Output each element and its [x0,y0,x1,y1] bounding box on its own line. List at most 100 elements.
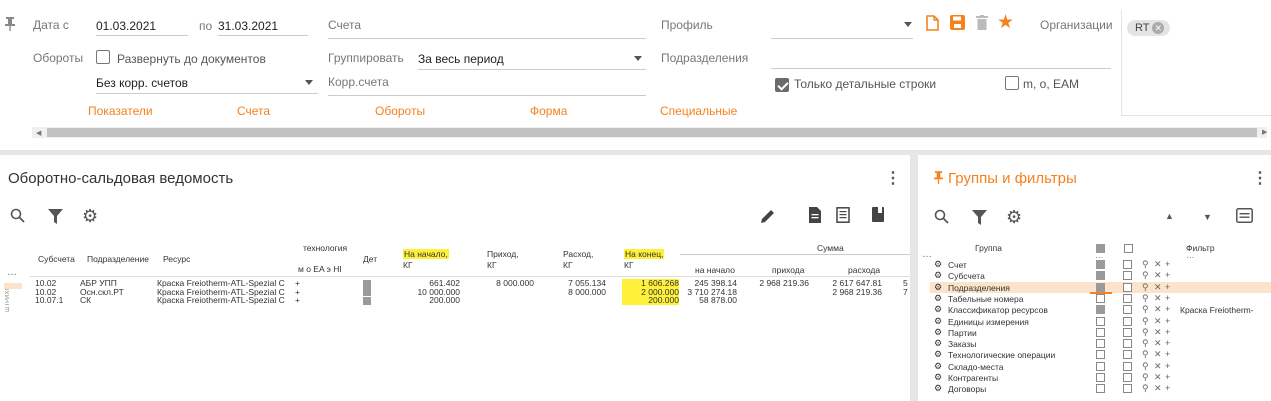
add-icon[interactable]: + [1165,361,1170,371]
horizontal-scrollbar[interactable]: ◀ [32,127,1267,138]
add-icon[interactable]: + [1165,383,1170,393]
group-settings-icon[interactable]: ⚙ [934,361,942,372]
col-sum-expense[interactable]: расхода [848,265,880,275]
close-icon[interactable]: ✕ [1154,282,1162,293]
group-select[interactable]: За весь период [418,52,646,70]
group-row[interactable]: ⚙ Контрагенты ⚲ ✕ + [930,372,1271,383]
date-from-input[interactable]: 01.03.2021 [96,19,188,36]
col-subaccount[interactable]: Субсчета [38,254,75,264]
search-icon[interactable]: ⚲ [1142,361,1149,372]
tab-special[interactable]: Специальные [660,104,737,118]
col-expense[interactable]: Расход, [563,249,593,259]
bookmark-icon[interactable] [872,207,884,227]
group-column-checkbox[interactable] [1123,293,1132,303]
group-column-checkbox[interactable] [1123,384,1132,394]
group-row[interactable]: ⚙ Технологические операции ⚲ ✕ + [930,349,1271,360]
group-row[interactable]: ⚙ Классификатор ресурсов ⚲ ✕ + Краска Freioth… [930,304,1271,315]
document-icon[interactable] [809,207,821,228]
group-settings-icon[interactable]: ⚙ [934,316,942,327]
tab-accounts[interactable]: Счета [237,104,270,118]
close-icon[interactable]: ✕ [1154,349,1162,360]
group-row[interactable]: ⚙ Табельные номера ⚲ ✕ + [930,293,1271,304]
tab-turnovers[interactable]: Обороты [375,104,425,118]
row-menu-icon[interactable]: … [7,267,17,278]
col-sum-income[interactable]: прихода [772,265,804,275]
group-column-checkbox[interactable] [1123,350,1132,360]
group-row[interactable]: ⚙ Складо-места ⚲ ✕ + [930,361,1271,372]
group-enable-checkbox[interactable] [1096,384,1105,394]
report-icon[interactable] [836,207,850,228]
scrollbar-thumb[interactable] [47,128,1257,137]
scroll-right-icon[interactable]: ▶ [1262,128,1267,136]
close-icon[interactable]: ✕ [1154,338,1162,349]
col-resource[interactable]: Ресурс [163,254,190,264]
corr-select[interactable]: Без корр. счетов [96,76,318,94]
close-icon[interactable]: ✕ [1154,327,1162,338]
move-down-icon[interactable]: ▼ [1203,212,1212,222]
group-column-checkbox[interactable] [1123,260,1132,269]
group-dropdown-icon[interactable] [634,56,642,61]
group-enable-checkbox[interactable] [1096,316,1105,326]
group-row[interactable]: ⚙ Подразделения ⚲ ✕ + [930,281,1271,294]
close-icon[interactable]: ✕ [1154,316,1162,327]
group-row[interactable]: ⚙ Заказы ⚲ ✕ + [930,338,1271,349]
add-icon[interactable]: + [1165,338,1170,348]
filter-icon[interactable] [48,209,63,229]
save-icon[interactable] [950,15,965,35]
search-icon[interactable] [10,208,25,228]
close-icon[interactable]: ✕ [1154,372,1162,383]
group-settings-icon[interactable]: ⚙ [934,349,942,360]
group-settings-icon[interactable]: ⚙ [934,327,942,338]
group-settings-icon[interactable]: ⚙ [934,383,942,394]
add-icon[interactable]: + [1165,259,1170,269]
group-enable-checkbox[interactable] [1096,327,1105,337]
group-filter-value[interactable]: Краска Freiotherm- [1180,305,1254,315]
add-icon[interactable]: + [1165,316,1170,326]
search-icon[interactable]: ⚲ [1142,349,1149,360]
group-settings-icon[interactable]: ⚙ [934,282,942,293]
corr-dropdown-icon[interactable] [305,80,313,85]
group-column-checkbox[interactable] [1123,271,1132,281]
group-row[interactable]: ⚙ Единицы измерения ⚲ ✕ + [930,316,1271,327]
tab-form[interactable]: Форма [530,104,567,118]
group-enable-checkbox[interactable] [1096,271,1105,281]
search-icon[interactable] [934,209,949,229]
col-det[interactable]: Дет [363,254,377,264]
add-icon[interactable]: + [1165,372,1170,382]
search-icon[interactable]: ⚲ [1142,316,1149,327]
search-icon[interactable]: ⚲ [1142,270,1149,281]
col-tech[interactable]: технология [303,243,347,253]
meo-checkbox[interactable] [1005,76,1019,90]
col-start[interactable]: На начало, [403,249,449,259]
divisions-input[interactable] [771,68,1111,69]
group-enable-checkbox[interactable] [1096,373,1105,382]
more-vert-icon[interactable]: ⋮ [885,168,901,188]
scroll-left-icon[interactable]: ◀ [36,129,41,137]
col-sum[interactable]: Сумма [817,243,844,253]
group-column-checkbox[interactable] [1123,373,1132,382]
col-income[interactable]: Приход, [487,249,519,259]
add-icon[interactable]: + [1165,327,1170,337]
corr-account-input[interactable] [328,95,646,96]
gear-icon[interactable]: ⚙ [82,206,98,227]
close-icon[interactable]: ✕ [1154,361,1162,372]
group-column-checkbox[interactable] [1123,282,1132,292]
row-detail-checkbox[interactable] [363,288,371,296]
columns-toggle-icon[interactable] [1124,244,1133,253]
group-settings-icon[interactable]: ⚙ [934,259,942,270]
group-column-checkbox[interactable] [1123,316,1132,326]
group-enable-checkbox[interactable] [1096,361,1105,371]
search-icon[interactable]: ⚲ [1142,327,1149,338]
search-icon[interactable]: ⚲ [1142,372,1149,383]
pin-icon[interactable] [934,171,943,189]
group-column-checkbox[interactable] [1123,361,1132,371]
group-row[interactable]: ⚙ Партии ⚲ ✕ + [930,327,1271,338]
delete-icon[interactable] [976,15,988,35]
expand-docs-checkbox[interactable] [96,50,110,64]
col-division[interactable]: Подразделение [87,254,149,264]
group-row[interactable]: ⚙ Субсчета ⚲ ✕ + [930,270,1271,281]
add-icon[interactable]: + [1165,293,1170,303]
group-column-checkbox[interactable] [1123,305,1132,315]
profile-select[interactable] [771,38,913,39]
edit-icon[interactable] [761,209,775,228]
